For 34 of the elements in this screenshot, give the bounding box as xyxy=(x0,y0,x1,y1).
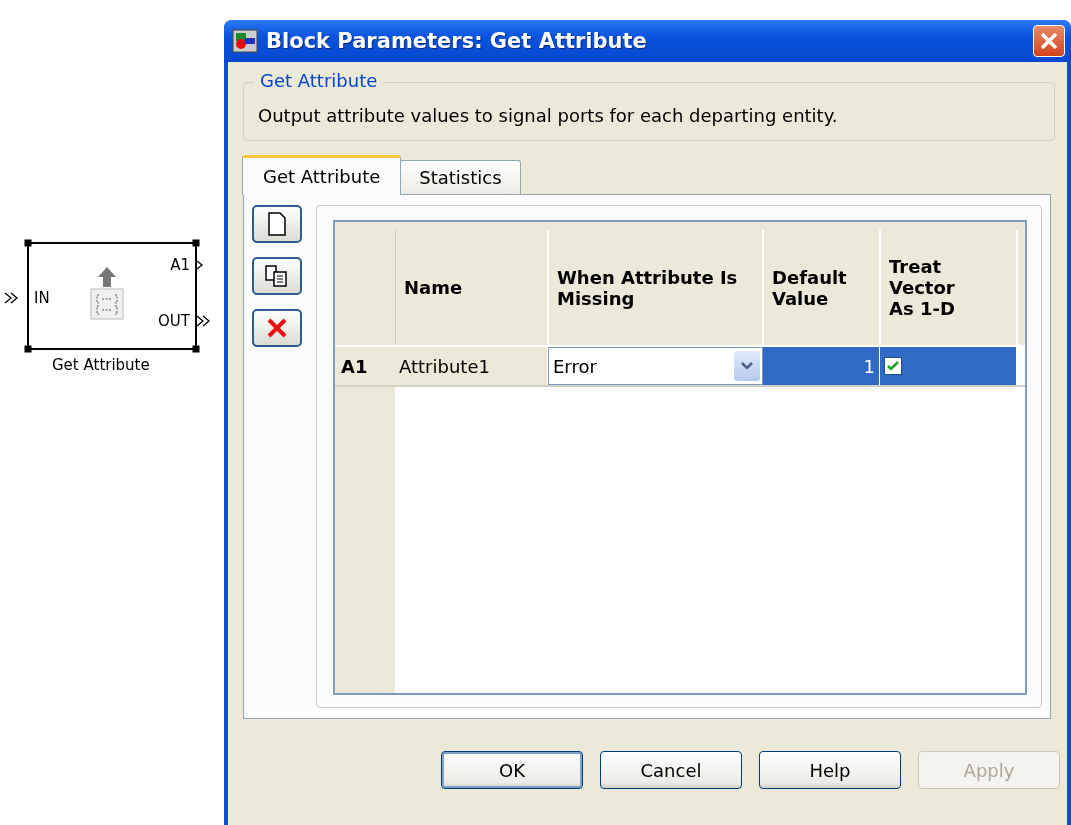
copy-button[interactable] xyxy=(252,257,302,295)
column-header: Name xyxy=(396,230,549,345)
column-header: Default Value xyxy=(764,230,881,345)
dialog-button[interactable]: Cancel xyxy=(600,751,742,789)
copy-icon xyxy=(264,264,290,288)
dialog-button[interactable]: Help xyxy=(759,751,901,789)
delete-button[interactable] xyxy=(252,309,302,347)
block-label: Get Attribute xyxy=(52,356,150,374)
dialog-button[interactable]: OK xyxy=(441,751,583,789)
column-header: When Attribute Is Missing xyxy=(549,230,764,345)
checkbox[interactable] xyxy=(884,357,902,375)
delete-icon xyxy=(266,317,288,339)
app-icon xyxy=(232,29,258,53)
close-button[interactable] xyxy=(1033,25,1065,57)
attribute-icon xyxy=(88,265,126,321)
block-frame[interactable] xyxy=(24,239,200,353)
document-icon xyxy=(267,212,287,236)
port-label: OUT xyxy=(158,312,190,330)
table-cell: Attribute1 xyxy=(395,347,548,385)
new-row-button[interactable] xyxy=(252,205,302,243)
dropdown-field[interactable]: Error xyxy=(548,347,763,385)
column-header: Treat Vector As 1-D xyxy=(881,230,1018,345)
table-cell: 1 xyxy=(763,347,880,385)
port-label: A1 xyxy=(170,256,190,274)
close-icon xyxy=(1039,31,1059,51)
window-title: Block Parameters: Get Attribute xyxy=(266,29,648,53)
row-header: A1 xyxy=(335,347,395,385)
tab[interactable]: Get Attribute xyxy=(242,155,402,195)
port-arrow-icon xyxy=(4,292,20,304)
chevron-down-icon xyxy=(740,361,754,371)
tab[interactable]: Statistics xyxy=(400,160,521,194)
description-text: Output attribute values to signal ports for each departing entity. xyxy=(258,105,839,126)
port-label: IN xyxy=(34,289,50,307)
port-arrow-icon xyxy=(196,315,212,327)
